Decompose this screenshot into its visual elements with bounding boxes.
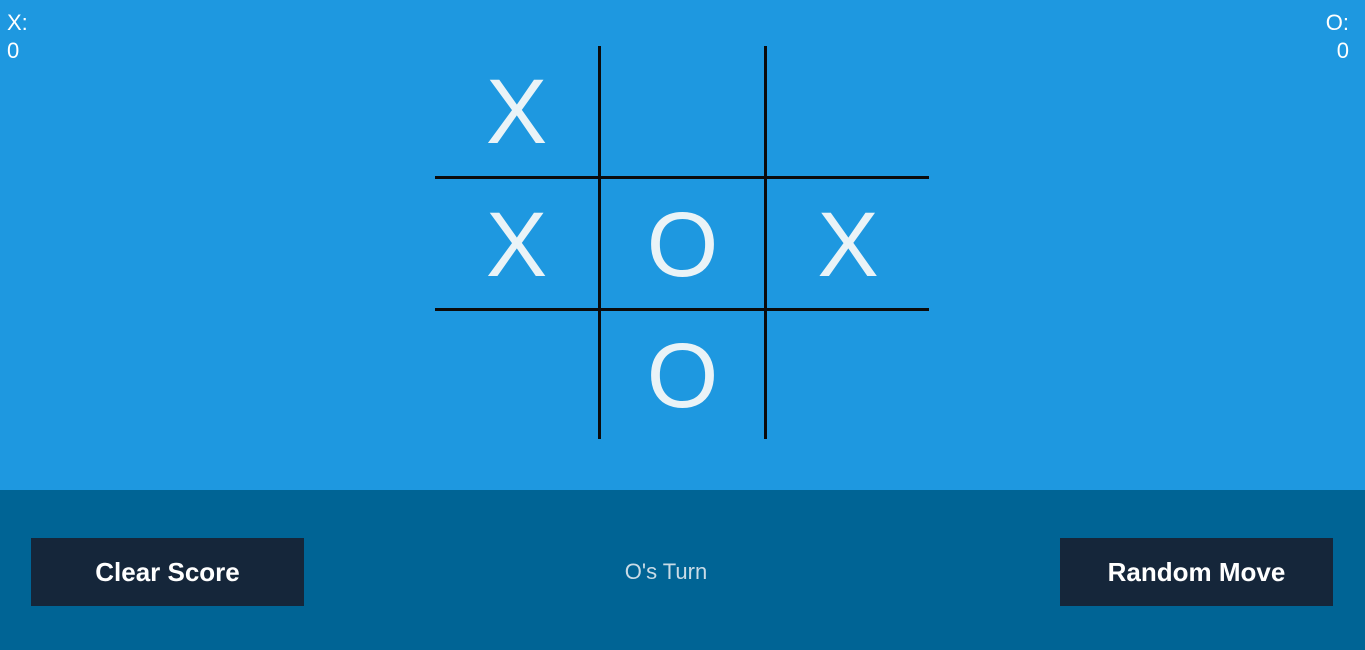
score-o-label: O: (1325, 10, 1349, 35)
board-cell-8[interactable]: O (601, 312, 764, 439)
game-board: X X O X O (435, 46, 929, 439)
score-o-value: 0 (1336, 38, 1349, 63)
board-cell-9[interactable] (767, 312, 929, 439)
board-cell-6[interactable]: X (767, 180, 929, 309)
score-x-value: 0 (7, 38, 20, 63)
board-cell-3[interactable] (767, 46, 929, 177)
board-cell-5[interactable]: O (601, 180, 764, 309)
board-cell-7[interactable] (435, 312, 598, 439)
board-cell-1[interactable]: X (435, 46, 598, 177)
score-x: X: 0 (7, 9, 28, 65)
grid-line-vertical-right (764, 46, 767, 439)
board-cell-4[interactable]: X (435, 180, 598, 309)
board-cell-2[interactable] (601, 46, 764, 177)
grid-line-horizontal-bottom (435, 308, 929, 311)
grid-line-horizontal-top (435, 176, 929, 179)
score-x-label: X: (7, 10, 28, 35)
clear-score-button[interactable]: Clear Score (31, 538, 304, 606)
grid-line-vertical-left (598, 46, 601, 439)
turn-status: O's Turn (624, 559, 708, 584)
score-o: O: 0 (1326, 9, 1349, 65)
random-move-button[interactable]: Random Move (1060, 538, 1333, 606)
control-bar: Clear Score O's Turn Random Move (0, 490, 1365, 650)
